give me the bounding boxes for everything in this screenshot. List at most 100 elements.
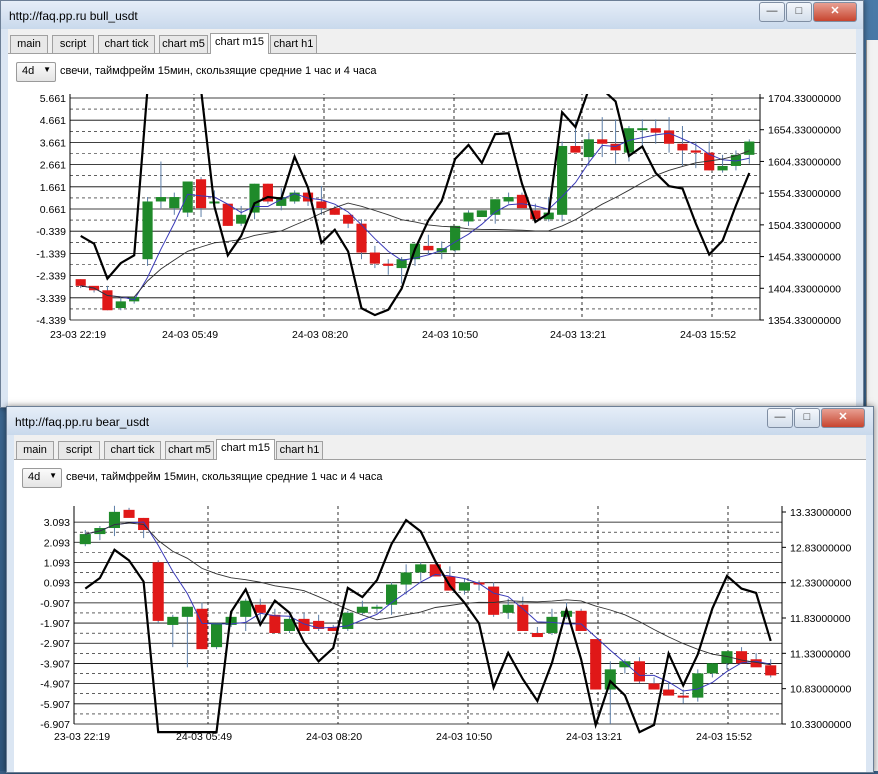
candle-body <box>236 214 247 224</box>
candle-body <box>765 665 777 676</box>
candle-body <box>531 633 543 638</box>
y-left-tick-label: -2.339 <box>36 271 66 283</box>
candle-body <box>167 616 179 625</box>
window-title: http://faq.pp.ru bear_usdt <box>15 415 150 429</box>
x-tick-label: 23-03 22:19 <box>54 731 110 743</box>
close-button[interactable]: ✕ <box>813 2 857 22</box>
candle-body <box>597 139 608 144</box>
minimize-button[interactable]: — <box>759 2 785 22</box>
candle-body <box>663 130 675 144</box>
candle-body <box>115 301 126 309</box>
title-bar[interactable]: http://faq.pp.ru bull_usdt — □ ✕ <box>1 1 863 29</box>
y-right-tick-label: 1504.33000000 <box>768 220 841 232</box>
candle-body <box>108 511 120 529</box>
tab-chart-m5[interactable]: chart m5 <box>165 441 214 459</box>
y-left-tick-label: 2.093 <box>44 537 70 549</box>
y-left-tick-label: 1.661 <box>40 182 66 194</box>
candle-body <box>182 181 193 213</box>
candle-body <box>356 606 368 613</box>
y-right-tick-label: 1454.33000000 <box>768 252 841 264</box>
candle-body <box>736 651 748 664</box>
candle-body <box>123 509 135 518</box>
candle-body <box>75 279 86 286</box>
candle-body <box>371 606 383 609</box>
window-client: main script chart tick chart m5 chart m1… <box>8 29 856 407</box>
x-tick-label: 24-03 08:20 <box>292 329 348 341</box>
x-tick-label: 24-03 13:21 <box>550 329 606 341</box>
candle-body <box>648 683 660 690</box>
tab-script[interactable]: script <box>52 35 94 53</box>
timeframe-value: 4d <box>28 471 41 483</box>
timeframe-select[interactable]: 4d ▼ <box>16 62 56 82</box>
candle-body <box>316 201 327 209</box>
candle-body <box>706 663 718 674</box>
candle-body <box>717 165 728 171</box>
candle-body <box>463 212 474 222</box>
chart-panel: 4d ▼ свечи, таймфрейм 15мин, скользящие … <box>8 53 856 407</box>
maximize-button[interactable]: □ <box>786 2 812 22</box>
y-right-tick-label: 12.83000000 <box>790 542 851 554</box>
candle-body <box>677 695 689 698</box>
tab-chart-tick[interactable]: chart tick <box>104 441 161 459</box>
candle-body <box>590 639 602 690</box>
chart-panel: 4d ▼ свечи, таймфрейм 15мин, скользящие … <box>14 459 866 772</box>
candle-body <box>503 197 514 202</box>
y-left-tick-label: -0.907 <box>40 598 70 610</box>
tab-script[interactable]: script <box>58 441 100 459</box>
y-right-tick-label: 13.33000000 <box>790 507 851 519</box>
y-left-tick-label: -6.907 <box>40 719 70 731</box>
timeframe-select[interactable]: 4d ▼ <box>22 468 62 488</box>
y-left-tick-label: -1.339 <box>36 248 66 260</box>
y-right-tick-label: 1604.33000000 <box>768 156 841 168</box>
y-left-tick-label: 2.661 <box>40 160 66 172</box>
candle-body <box>423 245 434 251</box>
y-left-tick-label: 1.093 <box>44 557 70 569</box>
tab-chart-tick[interactable]: chart tick <box>98 35 155 53</box>
candle-body <box>240 600 252 617</box>
x-tick-label: 24-03 15:52 <box>680 329 736 341</box>
candle-body <box>650 128 661 133</box>
ma-4h-line <box>80 150 750 298</box>
tab-chart-m15[interactable]: chart m15 <box>216 439 275 460</box>
candle-body <box>169 197 180 209</box>
window-title: http://faq.pp.ru bull_usdt <box>9 9 138 23</box>
candle-body <box>476 210 487 218</box>
candle-body <box>677 143 688 151</box>
tab-main[interactable]: main <box>10 35 48 53</box>
tab-main[interactable]: main <box>16 441 54 459</box>
maximize-button[interactable]: □ <box>794 408 820 428</box>
candle-body <box>415 564 427 573</box>
tab-chart-m5[interactable]: chart m5 <box>159 35 208 53</box>
bull-window: http://faq.pp.ru bull_usdt — □ ✕ main sc… <box>0 0 864 408</box>
y-right-tick-label: 10.83000000 <box>790 684 851 696</box>
close-button[interactable]: ✕ <box>821 408 865 428</box>
y-left-tick-label: -3.907 <box>40 658 70 670</box>
y-left-tick-label: 4.661 <box>40 115 66 127</box>
candle-body <box>663 689 675 696</box>
candle-body <box>502 604 514 613</box>
tab-chart-h1[interactable]: chart h1 <box>270 35 317 53</box>
y-left-tick-label: 3.661 <box>40 137 66 149</box>
title-bar[interactable]: http://faq.pp.ru bear_usdt — □ ✕ <box>7 407 873 435</box>
y-left-tick-label: -5.907 <box>40 699 70 711</box>
candle-body <box>142 201 153 260</box>
candle-body <box>570 145 581 153</box>
candle-body <box>458 582 470 591</box>
tab-chart-m15[interactable]: chart m15 <box>210 33 269 54</box>
candle-body <box>546 616 558 634</box>
x-tick-label: 24-03 10:50 <box>422 329 478 341</box>
y-left-tick-label: 3.093 <box>44 517 70 529</box>
tab-chart-h1[interactable]: chart h1 <box>276 441 323 459</box>
candle-body <box>79 534 91 545</box>
x-tick-label: 24-03 05:49 <box>162 329 218 341</box>
candle-body <box>400 572 412 585</box>
candle-body <box>211 622 223 648</box>
x-tick-label: 24-03 08:20 <box>306 731 362 743</box>
x-tick-label: 24-03 10:50 <box>436 731 492 743</box>
y-right-tick-label: 1404.33000000 <box>768 283 841 295</box>
candle-body <box>195 179 207 209</box>
minimize-button[interactable]: — <box>767 408 793 428</box>
y-right-tick-label: 12.33000000 <box>790 578 851 590</box>
candle-body <box>604 669 616 690</box>
y-right-tick-label: 11.33000000 <box>790 648 851 660</box>
